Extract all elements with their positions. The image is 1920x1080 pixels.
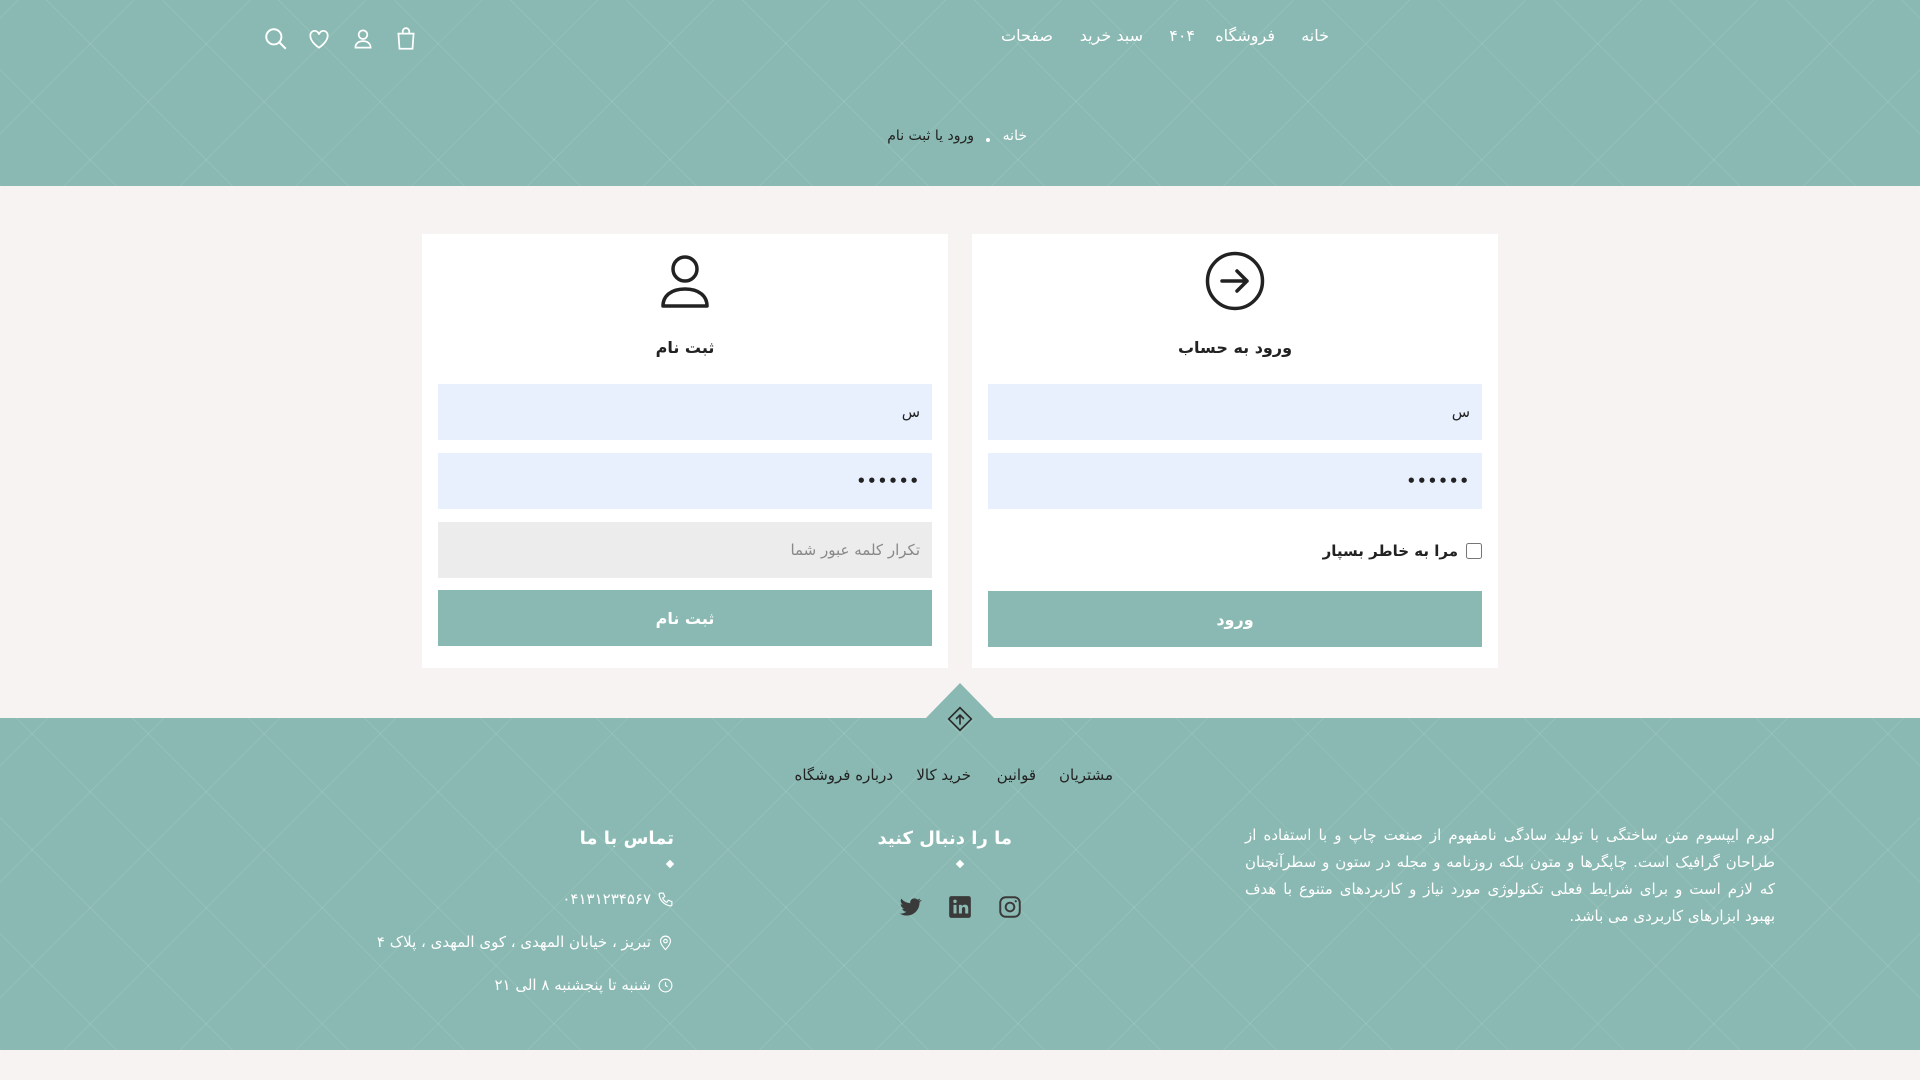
location-icon bbox=[659, 935, 672, 950]
contact-hours: شنبه تا پنجشنبه ۸ الی ۲۱ bbox=[494, 974, 674, 996]
breadcrumb-home[interactable]: خانه bbox=[1003, 128, 1027, 144]
header: خانه فروشگاه ۴۰۴ سبد خرید صفحات خانه ورو… bbox=[0, 0, 1920, 186]
register-password-input[interactable] bbox=[438, 453, 932, 509]
breadcrumb-current: ورود یا ثبت نام bbox=[887, 128, 974, 144]
instagram-icon[interactable] bbox=[997, 894, 1023, 920]
contact-hours-text: شنبه تا پنجشنبه ۸ الی ۲۱ bbox=[494, 976, 651, 994]
register-confirm-input[interactable] bbox=[438, 522, 932, 578]
page-bottom-strip bbox=[0, 1050, 1920, 1080]
search-icon[interactable] bbox=[263, 26, 289, 52]
footer-link-rules[interactable]: قوانین bbox=[997, 766, 1036, 784]
contact-address: تبریز ، خیابان المهدی ، کوی المهدی ، پلا… bbox=[377, 931, 674, 953]
user-icon[interactable] bbox=[350, 26, 376, 52]
login-password-input[interactable] bbox=[988, 453, 1482, 509]
footer: مشتریان قوانین خرید کالا درباره فروشگاه … bbox=[0, 718, 1920, 1050]
twitter-icon[interactable] bbox=[897, 894, 923, 920]
login-arrow-icon bbox=[1204, 250, 1266, 312]
register-button[interactable]: ثبت نام bbox=[438, 590, 932, 646]
footer-link-customers[interactable]: مشتریان bbox=[1059, 766, 1113, 784]
nav-item-cart[interactable]: سبد خرید bbox=[1080, 26, 1143, 45]
remember-me-checkbox[interactable] bbox=[1466, 543, 1482, 559]
register-card: ثبت نام ثبت نام bbox=[422, 234, 948, 668]
footer-link-buy[interactable]: خرید کالا bbox=[916, 766, 971, 784]
login-card: ورود به حساب مرا به خاطر بسپار ورود bbox=[972, 234, 1498, 668]
nav-item-shop[interactable]: فروشگاه bbox=[1215, 26, 1275, 45]
footer-link-about[interactable]: درباره فروشگاه bbox=[794, 766, 893, 784]
footer-links: مشتریان قوانین خرید کالا درباره فروشگاه bbox=[0, 766, 1920, 788]
login-title: ورود به حساب bbox=[1177, 338, 1293, 357]
nav-item-404[interactable]: ۴۰۴ bbox=[1169, 26, 1195, 45]
clock-icon bbox=[658, 978, 673, 992]
contact-title: تماس با ما bbox=[579, 828, 674, 849]
heart-icon[interactable] bbox=[306, 26, 332, 52]
remember-me[interactable]: مرا به خاطر بسپار bbox=[1323, 540, 1482, 562]
linkedin-icon[interactable] bbox=[947, 894, 973, 920]
footer-about-text: لورم ایپسوم متن ساختگی با تولید سادگی نا… bbox=[1245, 826, 1775, 925]
register-title: ثبت نام bbox=[655, 338, 715, 357]
contact-address-text: تبریز ، خیابان المهدی ، کوی المهدی ، پلا… bbox=[376, 933, 651, 951]
phone-icon bbox=[658, 892, 673, 906]
follow-title-ornament bbox=[955, 859, 965, 869]
login-button[interactable]: ورود bbox=[988, 591, 1482, 647]
contact-phone: ۰۴۱۳۱۲۳۴۵۶۷ bbox=[562, 888, 674, 910]
login-username-input[interactable] bbox=[988, 384, 1482, 440]
breadcrumb: خانه ورود یا ثبت نام bbox=[0, 128, 1920, 148]
nav-item-pages[interactable]: صفحات bbox=[1001, 26, 1053, 45]
register-username-input[interactable] bbox=[438, 384, 932, 440]
nav-item-home[interactable]: خانه bbox=[1301, 26, 1329, 45]
follow-title: ما را دنبال کنید bbox=[877, 828, 1012, 849]
remember-me-label: مرا به خاطر بسپار bbox=[1322, 542, 1458, 560]
register-user-icon bbox=[654, 250, 716, 312]
breadcrumb-separator bbox=[986, 138, 990, 142]
contact-phone-text: ۰۴۱۳۱۲۳۴۵۶۷ bbox=[562, 890, 651, 908]
back-to-top-icon[interactable] bbox=[946, 705, 974, 733]
cart-icon[interactable] bbox=[393, 26, 419, 52]
contact-title-ornament bbox=[665, 859, 675, 869]
